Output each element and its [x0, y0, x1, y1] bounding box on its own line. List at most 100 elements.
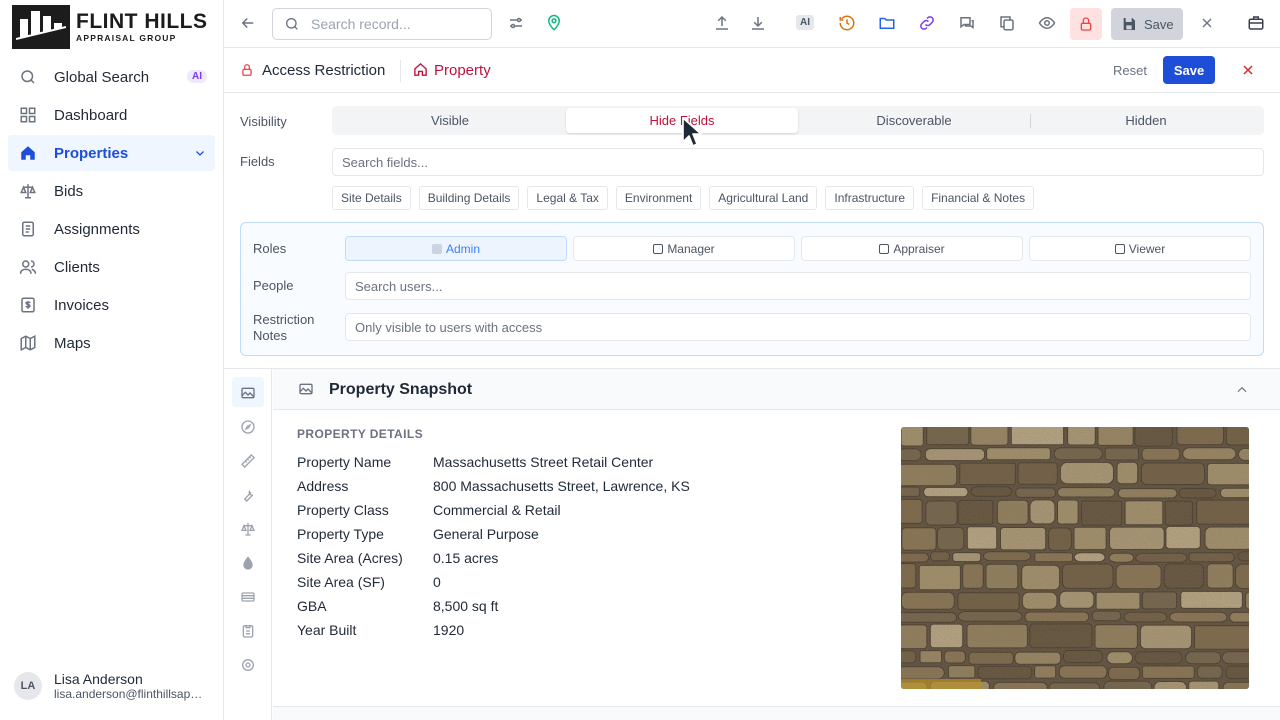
sidebar-item-bids[interactable]: Bids — [8, 173, 215, 209]
record-search-input[interactable] — [311, 16, 481, 32]
detail-value: 1920 — [433, 622, 465, 638]
visibility-option-discoverable[interactable]: Discoverable — [798, 108, 1030, 133]
role-checkbox-manager[interactable]: Manager — [573, 236, 795, 261]
copy-icon[interactable] — [998, 14, 1016, 32]
next-section-header-edge — [273, 706, 1280, 720]
lock-button[interactable] — [1070, 8, 1102, 40]
role-label: Manager — [667, 241, 715, 256]
mouse-cursor-icon — [682, 117, 702, 147]
field-group-chip[interactable]: Environment — [615, 186, 702, 210]
scale-icon[interactable] — [240, 521, 256, 537]
field-group-chip[interactable]: Site Details — [332, 186, 411, 210]
brand-logo[interactable]: FLINT HILLS APPRAISAL GROUP — [12, 5, 212, 49]
hay-bale-icon[interactable] — [240, 589, 256, 605]
close-icon[interactable] — [1240, 62, 1256, 78]
field-group-chip[interactable]: Infrastructure — [825, 186, 915, 210]
folder-icon[interactable] — [878, 14, 896, 32]
sidebar-item-invoices[interactable]: Invoices — [8, 287, 215, 323]
detail-key: Property Name — [297, 454, 392, 470]
detail-row: Year Built 1920 — [297, 618, 690, 642]
upload-icon[interactable] — [713, 14, 731, 32]
field-group-chip[interactable]: Agricultural Land — [709, 186, 818, 210]
visibility-label: Visibility — [240, 114, 287, 129]
sidebar-item-global-search[interactable]: Global Search AI — [8, 59, 215, 95]
role-checkbox-appraiser[interactable]: Appraiser — [801, 236, 1023, 261]
lock-icon — [1080, 17, 1092, 31]
checkbox-checked — [431, 243, 442, 254]
checkbox — [879, 243, 890, 254]
location-pin-icon[interactable] — [545, 14, 563, 32]
clipboard-icon — [22, 221, 34, 237]
brand-name: FLINT HILLS — [76, 9, 208, 33]
detail-value: 8,500 sq ft — [433, 598, 499, 614]
brand-subtitle: APPRAISAL GROUP — [76, 32, 177, 43]
chevron-down-icon[interactable] — [194, 147, 206, 159]
detail-row: Address 800 Massachusetts Street, Lawrenc… — [297, 474, 690, 498]
ruler-icon[interactable] — [240, 453, 256, 469]
close-icon[interactable] — [1199, 15, 1215, 31]
sidebar-item-label: Bids — [54, 182, 84, 200]
detail-value: Commercial & Retail — [433, 502, 561, 518]
checkbox — [1114, 243, 1125, 254]
visibility-option-visible[interactable]: Visible — [334, 108, 566, 133]
detail-key: Address — [297, 478, 349, 494]
sidebar-item-label: Global Search — [54, 68, 150, 86]
search-icon — [21, 70, 35, 84]
visibility-option-hidden[interactable]: Hidden — [1030, 108, 1262, 133]
field-group-chip[interactable]: Legal & Tax — [527, 186, 608, 210]
role-checkbox-viewer[interactable]: Viewer — [1029, 236, 1251, 261]
settings-icon[interactable] — [240, 657, 256, 673]
search-icon — [286, 18, 298, 30]
section-header-property-snapshot[interactable]: Property Snapshot — [273, 369, 1280, 410]
property-photo[interactable] — [901, 427, 1249, 689]
home-icon — [21, 146, 35, 160]
field-group-chip[interactable]: Building Details — [418, 186, 520, 210]
image-icon — [299, 383, 313, 395]
compass-icon[interactable] — [240, 419, 256, 435]
ai-chip[interactable]: AI — [796, 15, 814, 30]
link-icon[interactable] — [918, 14, 936, 32]
eye-icon[interactable] — [1038, 14, 1056, 32]
field-group-chip[interactable]: Financial & Notes — [922, 186, 1035, 210]
clipboard-icon[interactable] — [240, 623, 256, 639]
droplet-icon[interactable] — [240, 555, 256, 571]
user-profile[interactable]: LA Lisa Anderson lisa.anderson@flinthill… — [14, 671, 206, 701]
role-label: Viewer — [1128, 241, 1166, 256]
stone-wall-image — [901, 427, 1249, 689]
sidebar-item-maps[interactable]: Maps — [8, 325, 215, 361]
download-icon[interactable] — [749, 14, 767, 32]
image-icon[interactable] — [240, 385, 256, 401]
section-title: Property Snapshot — [329, 381, 473, 398]
chevron-up-icon[interactable] — [1235, 383, 1249, 397]
map-icon — [20, 335, 36, 351]
wrench-icon[interactable] — [240, 487, 256, 503]
reset-button[interactable]: Reset — [1113, 63, 1147, 78]
filter-sliders-icon[interactable] — [507, 14, 525, 32]
briefcase-icon[interactable] — [1247, 14, 1265, 32]
history-icon[interactable] — [838, 14, 856, 32]
restriction-notes-input[interactable] — [345, 313, 1251, 341]
user-name: Lisa Anderson — [54, 671, 143, 687]
sidebar-item-clients[interactable]: Clients — [8, 249, 215, 285]
detail-key: Site Area (Acres) — [297, 550, 403, 566]
restriction-notes-label: Restriction — [253, 312, 315, 327]
record-search[interactable] — [272, 8, 492, 40]
sidebar-item-dashboard[interactable]: Dashboard — [8, 97, 215, 133]
detail-row: GBA 8,500 sq ft — [297, 594, 690, 618]
back-arrow-icon[interactable] — [239, 14, 257, 32]
record-type-label: Property — [434, 62, 491, 79]
sidebar-item-label: Clients — [54, 258, 100, 276]
logo-mark — [12, 5, 70, 49]
role-checkbox-admin[interactable]: Admin — [345, 236, 567, 261]
fields-search-input[interactable] — [332, 148, 1264, 176]
comments-icon[interactable] — [958, 14, 976, 32]
save-button-disabled[interactable]: Save — [1111, 8, 1183, 40]
people-search-input[interactable] — [345, 272, 1251, 300]
sidebar-item-label: Invoices — [54, 296, 110, 314]
sidebar-item-assignments[interactable]: Assignments — [8, 211, 215, 247]
save-button[interactable]: Save — [1163, 56, 1215, 84]
sidebar-item-properties[interactable]: Properties — [8, 135, 215, 171]
sidebar: FLINT HILLS APPRAISAL GROUP Global Searc… — [0, 0, 224, 720]
access-restriction-title: Access Restriction — [262, 62, 386, 79]
field-group-chips: Site Details Building Details Legal & Ta… — [332, 186, 1042, 210]
